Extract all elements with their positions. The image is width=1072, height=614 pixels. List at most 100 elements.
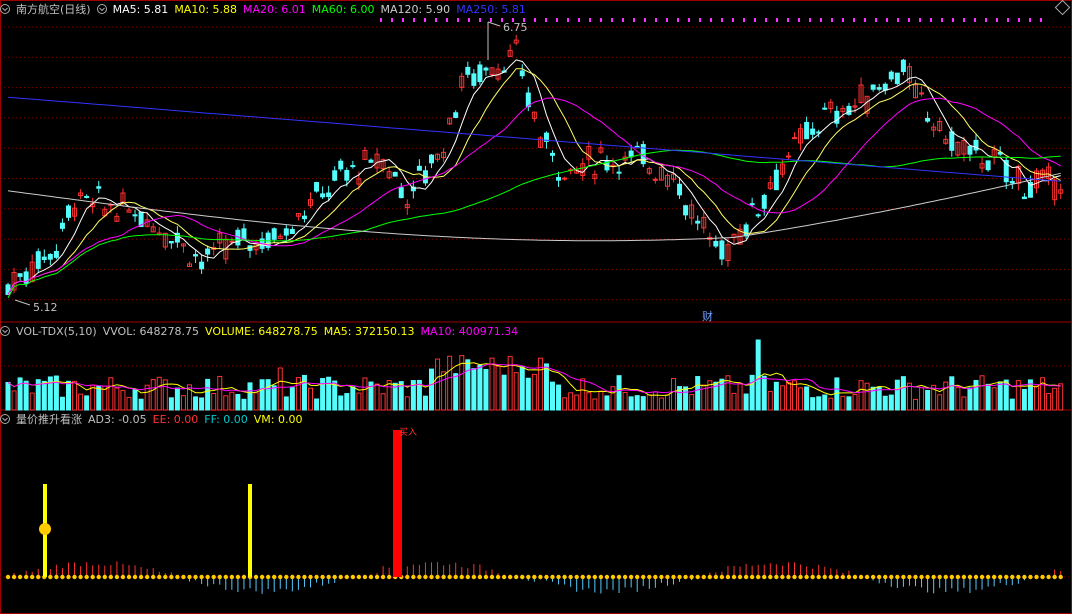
volume-bar: [1046, 392, 1052, 411]
candle-body: [271, 228, 277, 240]
candlestick-pane[interactable]: [5, 21, 1064, 306]
volume-bar: [326, 376, 332, 411]
volume-bar: [174, 387, 180, 411]
top-marker: [391, 18, 393, 22]
signal-dot: [937, 574, 942, 580]
volume-bar: [380, 393, 386, 411]
signal-dot: [671, 574, 676, 580]
signal-dot: [1004, 574, 1009, 580]
signal-dot: [374, 574, 380, 580]
signal-dot: [689, 574, 694, 580]
signal-dot: [181, 574, 186, 580]
signal-dot: [562, 574, 567, 580]
signal-dot: [864, 574, 870, 580]
volume-bar: [913, 398, 918, 411]
volume-bar: [925, 389, 931, 411]
finance-marker[interactable]: 财: [702, 309, 713, 323]
menu-arrow-icon[interactable]: [96, 3, 107, 14]
vol-label-1: VOLUME: 648278.75: [205, 325, 318, 338]
menu-arrow-icon[interactable]: [0, 325, 10, 336]
volume-bar: [447, 355, 453, 411]
volume-bar: [991, 387, 997, 411]
signal-dot: [386, 574, 392, 580]
volume-bar: [671, 378, 676, 411]
top-marker: [809, 18, 811, 22]
signal-dot: [199, 574, 204, 580]
signal-dot: [217, 574, 222, 580]
volume-bar: [271, 385, 277, 411]
candle-body: [616, 171, 622, 174]
volume-bar: [804, 386, 810, 411]
stock-name: 南方航空(日线): [16, 3, 91, 16]
signal-dot: [429, 574, 434, 580]
top-marker: [380, 18, 382, 22]
signal-dot: [574, 574, 579, 580]
volume-bar: [253, 392, 259, 411]
ma-label-5: MA250: 5.81: [456, 3, 526, 16]
ind-label-0: AD3: -0.05: [88, 413, 147, 426]
signal-dot: [66, 574, 71, 580]
candle-body: [562, 177, 568, 180]
volume-bar: [138, 398, 144, 411]
signal-dot: [949, 574, 954, 580]
volume-bar: [156, 376, 162, 411]
volume-bar: [543, 363, 549, 411]
signal-dot: [913, 574, 918, 580]
volume-bar: [773, 381, 779, 411]
signal-dot: [229, 574, 235, 580]
candle-body: [894, 72, 900, 85]
signal-dot: [1022, 574, 1027, 580]
candle-body: [713, 240, 719, 247]
top-marker: [842, 18, 844, 22]
top-marker: [974, 18, 976, 22]
volume-bar: [247, 382, 253, 411]
top-marker: [402, 18, 404, 22]
signal-dot: [465, 574, 470, 580]
ma250-line: [7, 96, 1061, 182]
candle-body: [289, 229, 295, 234]
signal-dot: [749, 574, 755, 580]
ma60-line: [7, 149, 1061, 298]
volume-bar: [767, 390, 773, 411]
signal-dot: [653, 574, 658, 580]
top-marker: [600, 18, 602, 22]
signal-dot: [532, 574, 537, 580]
signal-dot: [768, 574, 773, 580]
top-marker: [776, 18, 778, 22]
signal-dot: [175, 574, 180, 580]
signal-dot: [810, 574, 815, 580]
signal-dot: [302, 574, 307, 580]
signal-dot: [665, 574, 670, 580]
indicator-pane[interactable]: [5, 430, 1063, 594]
signal-dot: [895, 574, 900, 580]
signal-dot: [659, 574, 664, 580]
volume-bar: [96, 385, 102, 411]
volume-pane[interactable]: [5, 339, 1064, 411]
stock-chart[interactable]: 6.75 5.12 财 买入: [0, 0, 1072, 614]
signal-dot: [380, 574, 386, 580]
volume-bar: [822, 394, 828, 411]
signal-dot: [907, 574, 912, 580]
menu-arrow-icon[interactable]: [0, 413, 10, 424]
top-marker: [798, 18, 800, 22]
signal-dot: [544, 574, 549, 580]
signal-dot: [967, 574, 973, 580]
volume-bar: [453, 373, 459, 411]
signal-dot: [852, 574, 858, 580]
signal-dot: [1028, 574, 1033, 580]
menu-arrow-icon[interactable]: [0, 3, 10, 14]
volume-bar: [894, 379, 900, 411]
candle-body: [719, 240, 725, 260]
volume-bar: [761, 375, 767, 411]
top-marker: [952, 18, 954, 22]
signal-dot: [120, 574, 126, 580]
top-marker: [534, 18, 536, 22]
signal-dot: [187, 574, 192, 580]
candle-body: [683, 205, 689, 216]
top-marker: [930, 18, 932, 22]
candle-body: [876, 87, 882, 90]
volume-bar: [658, 397, 664, 411]
signal-dot: [743, 574, 749, 580]
candle-body: [205, 248, 211, 255]
signal-dot: [253, 574, 259, 580]
